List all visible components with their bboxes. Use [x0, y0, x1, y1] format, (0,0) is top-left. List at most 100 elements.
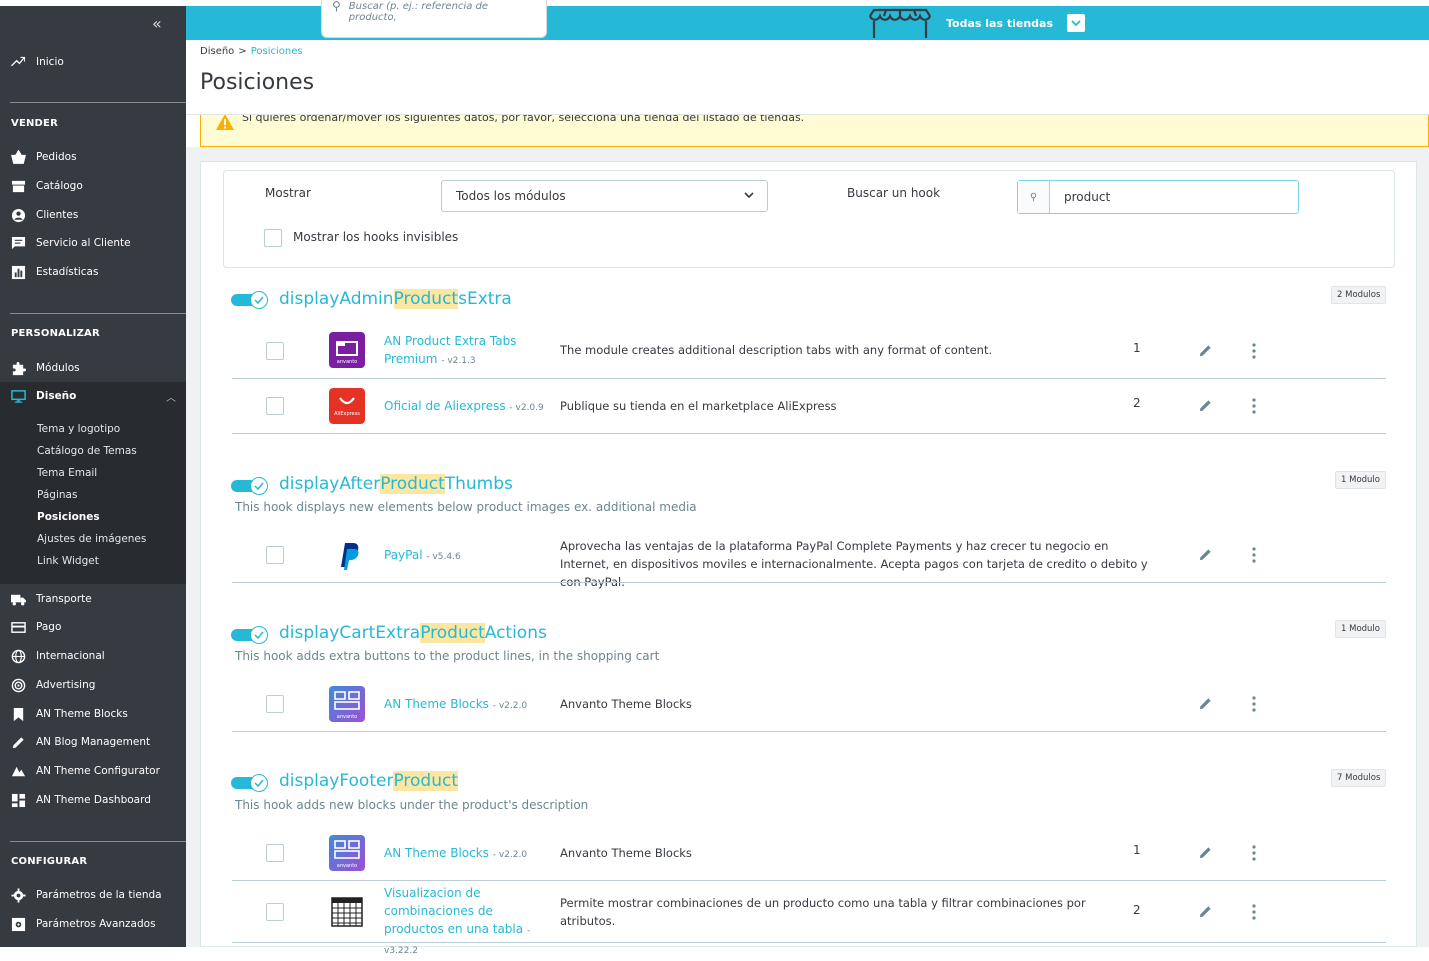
sidebar-item-label: AN Blog Management	[36, 736, 151, 748]
edit-icon[interactable]	[1198, 547, 1213, 562]
sidebar-divider	[10, 102, 186, 103]
sidebar-item-an-theme-blocks[interactable]: AN Theme Blocks	[0, 700, 186, 728]
sidebar-item-diseno[interactable]: Diseño ︿	[0, 382, 186, 410]
edit-icon[interactable]	[1198, 343, 1213, 358]
chevron-down-icon[interactable]	[1067, 14, 1086, 32]
sidebar-divider	[10, 313, 186, 314]
more-vertical-icon[interactable]	[1251, 398, 1257, 414]
module-checkbox[interactable]	[266, 844, 284, 862]
sidebar-item-parametros-tienda[interactable]: Parámetros de la tienda	[0, 881, 186, 909]
hook-toggle-switch[interactable]	[231, 626, 269, 644]
module-name[interactable]: PayPal - v5.4.6	[384, 546, 549, 566]
more-vertical-icon[interactable]	[1251, 845, 1257, 861]
table-grid-logo	[331, 897, 363, 927]
hook-description: This hook displays new elements below pr…	[235, 500, 697, 514]
more-vertical-icon[interactable]	[1251, 696, 1257, 712]
sidebar-item-parametros-avanzados[interactable]: Parámetros Avanzados	[0, 910, 186, 938]
sidebar-item-servicio-cliente[interactable]: Servicio al Cliente	[0, 229, 186, 257]
breadcrumb-current[interactable]: Posiciones	[251, 46, 303, 57]
module-checkbox[interactable]	[266, 397, 284, 415]
submenu-tema-logotipo[interactable]: Tema y logotipo	[37, 423, 120, 435]
sidebar-item-estadisticas[interactable]: Estadísticas	[0, 258, 186, 286]
hook-search-value: product	[1064, 190, 1111, 204]
row-divider	[232, 880, 1386, 881]
submenu-catalogo-temas[interactable]: Catálogo de Temas	[37, 445, 137, 457]
sidebar-item-pedidos[interactable]: Pedidos	[0, 143, 186, 171]
sidebar-item-pago[interactable]: Pago	[0, 613, 186, 641]
more-vertical-icon[interactable]	[1251, 904, 1257, 920]
logo-brand-text: anvanto	[337, 714, 357, 720]
sidebar-item-clientes[interactable]: Clientes	[0, 201, 186, 229]
trending-icon	[0, 55, 36, 70]
edit-icon[interactable]	[1198, 398, 1213, 413]
module-filter-select[interactable]: Todos los módulos	[441, 180, 768, 212]
breadcrumb-parent[interactable]: Diseño	[200, 46, 234, 57]
submenu-tema-email[interactable]: Tema Email	[37, 467, 97, 479]
submenu-ajustes-imagenes[interactable]: Ajustes de imágenes	[37, 533, 146, 545]
module-checkbox[interactable]	[266, 695, 284, 713]
module-checkbox[interactable]	[266, 342, 284, 360]
hook-search-input[interactable]: ⚲ product	[1017, 180, 1299, 214]
more-vertical-icon[interactable]	[1251, 343, 1257, 359]
sidebar-item-an-theme-dashboard[interactable]: AN Theme Dashboard	[0, 786, 186, 814]
sidebar-item-inicio[interactable]: Inicio	[0, 48, 186, 76]
search-placeholder: Buscar (p. ej.: referencia de producto,	[348, 1, 489, 23]
settings-icon	[0, 887, 36, 903]
shop-selector[interactable]: Todas las tiendas	[864, 6, 1086, 40]
submenu-link-widget[interactable]: Link Widget	[37, 555, 99, 567]
module-checkbox[interactable]	[266, 903, 284, 921]
hook-name-prefix: displayAfter	[279, 474, 381, 494]
hook-name[interactable]: displayAdminProductsExtra	[279, 289, 512, 309]
module-checkbox[interactable]	[266, 546, 284, 564]
paypal-logo	[341, 543, 359, 570]
bar-chart-icon	[0, 265, 36, 280]
edit-icon[interactable]	[1198, 845, 1213, 860]
module-position: 2	[1133, 396, 1141, 410]
edit-icon[interactable]	[1198, 696, 1213, 711]
module-position: 2	[1133, 903, 1141, 917]
settings-applications-icon	[0, 917, 36, 932]
target-icon	[0, 678, 36, 693]
alert-message: Si quieres ordenar/mover los siguientes …	[242, 115, 805, 124]
store-icon	[0, 179, 36, 194]
module-name[interactable]: AN Theme Blocks - v2.2.0	[384, 695, 549, 715]
module-version: - v5.4.6	[426, 552, 461, 562]
sidebar-item-catalogo[interactable]: Catálogo	[0, 172, 186, 200]
submenu-posiciones[interactable]: Posiciones	[37, 511, 100, 523]
sidebar-item-label: Clientes	[36, 209, 79, 221]
hook-name[interactable]: displayAfterProductThumbs	[279, 474, 513, 494]
hook-name[interactable]: displayCartExtraProductActions	[279, 623, 547, 643]
sidebar-item-advertising[interactable]: Advertising	[0, 671, 186, 699]
warning-icon	[215, 115, 235, 131]
module-name[interactable]: AN Product Extra Tabs Premium - v2.1.3	[384, 332, 549, 370]
sidebar-item-an-blog[interactable]: AN Blog Management	[0, 728, 186, 756]
module-name[interactable]: Visualizacion de combinaciones de produc…	[384, 884, 549, 960]
warning-alert: Si quieres ordenar/mover los siguientes …	[200, 115, 1429, 147]
hook-name[interactable]: displayFooterProduct	[279, 771, 458, 791]
module-count-badge: 7 Modulos	[1331, 769, 1387, 787]
monitor-icon	[0, 389, 36, 404]
hook-toggle-switch[interactable]	[231, 477, 269, 495]
module-name[interactable]: AN Theme Blocks - v2.2.0	[384, 844, 549, 864]
sidebar-item-modulos[interactable]: Módulos	[0, 354, 186, 382]
hook-name-suffix: sExtra	[458, 289, 512, 309]
sidebar-item-internacional[interactable]: Internacional	[0, 642, 186, 670]
global-search-input[interactable]: ⚲ Buscar (p. ej.: referencia de producto…	[321, 0, 547, 38]
sidebar-item-an-theme-configurator[interactable]: AN Theme Configurator	[0, 757, 186, 785]
sidebar-item-label: AN Theme Configurator	[36, 765, 160, 777]
collapse-sidebar-button[interactable]: «	[152, 14, 162, 33]
row-divider	[232, 582, 1386, 583]
hook-name-prefix: displayAdmin	[279, 289, 394, 309]
breadcrumb-separator: >	[238, 46, 247, 57]
sidebar-item-transporte[interactable]: Transporte	[0, 585, 186, 613]
module-name[interactable]: Oficial de Aliexpress - v2.0.9	[384, 397, 549, 417]
submenu-paginas[interactable]: Páginas	[37, 489, 77, 501]
hook-toggle-switch[interactable]	[231, 291, 269, 309]
show-invisible-hooks-checkbox[interactable]	[264, 229, 282, 247]
edit-icon[interactable]	[1198, 904, 1213, 919]
chevron-down-icon	[743, 189, 755, 204]
sidebar-item-label: Parámetros Avanzados	[36, 918, 156, 930]
hook-description: This hook adds extra buttons to the prod…	[235, 649, 660, 663]
more-vertical-icon[interactable]	[1251, 547, 1257, 563]
hook-toggle-switch[interactable]	[231, 774, 269, 792]
